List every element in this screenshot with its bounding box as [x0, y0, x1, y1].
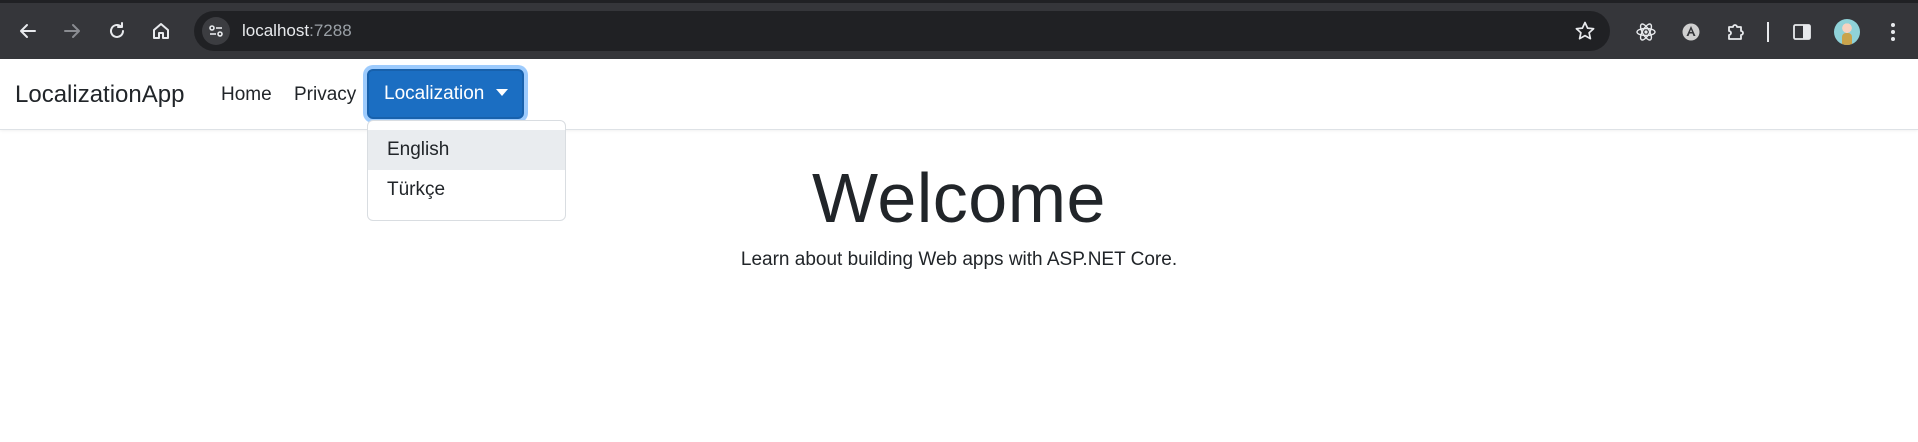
- forward-button[interactable]: [58, 17, 86, 45]
- bookmark-button[interactable]: [1574, 20, 1596, 42]
- app-navbar: LocalizationApp Home Privacy Localizatio…: [0, 59, 1918, 130]
- react-devtools-button[interactable]: [1633, 19, 1659, 45]
- extensions-button[interactable]: [1723, 19, 1749, 45]
- side-panel-button[interactable]: [1789, 19, 1815, 45]
- site-info-button[interactable]: [202, 17, 230, 45]
- localization-dropdown-button[interactable]: Localization: [367, 69, 524, 119]
- toolbar-separator: [1767, 22, 1769, 42]
- reload-button[interactable]: [103, 17, 131, 45]
- localization-dropdown-label: Localization: [384, 83, 485, 104]
- address-bar[interactable]: localhost:7288: [194, 11, 1610, 51]
- home-icon: [153, 23, 169, 39]
- home-button[interactable]: [147, 17, 175, 45]
- browser-toolbar: localhost:7288: [0, 0, 1918, 59]
- puzzle-extensions-icon: [1728, 24, 1744, 40]
- nav-link-home[interactable]: Home: [221, 84, 272, 106]
- back-button[interactable]: [14, 17, 42, 45]
- browser-menu-button[interactable]: [1880, 19, 1906, 45]
- arrow-left-icon: [20, 24, 36, 38]
- url-host: localhost: [242, 21, 310, 40]
- url-port: :7288: [309, 21, 352, 40]
- page-title: Welcome: [812, 159, 1106, 237]
- angular-devtools-button[interactable]: [1678, 19, 1704, 45]
- side-panel-icon: [1793, 24, 1811, 40]
- kebab-menu-icon: [1891, 23, 1895, 41]
- page-lead-text: Learn about building Web apps with ASP.N…: [740, 249, 1178, 270]
- arrow-right-icon: [64, 24, 80, 38]
- reload-icon: [110, 22, 124, 38]
- site-settings-icon: [209, 25, 223, 37]
- url-text[interactable]: localhost:7288: [242, 21, 352, 41]
- nav-link-privacy[interactable]: Privacy: [294, 84, 356, 106]
- react-devtools-icon: [1636, 23, 1656, 41]
- brand-link[interactable]: LocalizationApp: [15, 81, 184, 109]
- caret-down-icon: [496, 88, 509, 96]
- star-icon: [1575, 21, 1595, 40]
- profile-avatar[interactable]: [1834, 19, 1860, 45]
- angular-devtools-icon: [1682, 23, 1700, 41]
